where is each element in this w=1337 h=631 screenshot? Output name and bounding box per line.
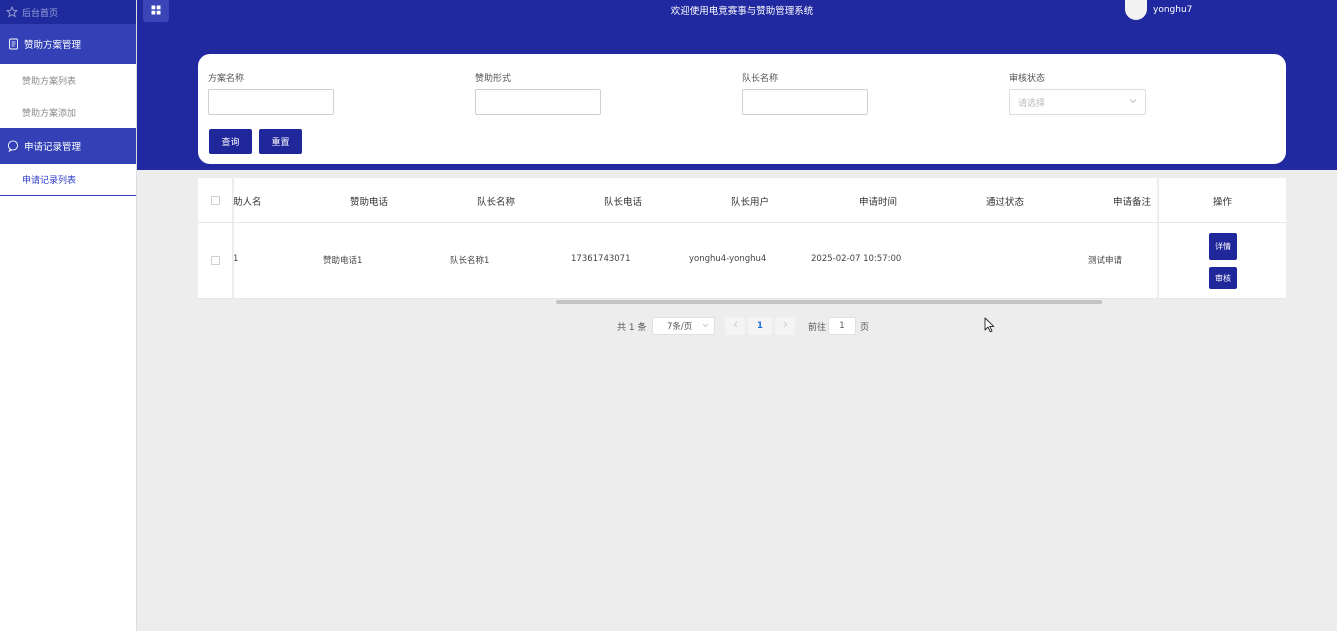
menu-toggle-button[interactable] (143, 0, 169, 22)
chevron-left-icon (733, 321, 738, 331)
column-header: 队长电话 (604, 197, 643, 208)
document-icon (7, 38, 19, 50)
goto-label: 前往 (808, 322, 827, 333)
fixed-column-shadow (232, 178, 235, 299)
sidebar-item-plan-add[interactable]: 赞助方案添加 (0, 96, 136, 128)
sponsor-form-input[interactable] (475, 89, 601, 115)
chevron-down-icon (702, 321, 709, 331)
cell-captain-user: yonghu4-yonghu4 (689, 254, 767, 264)
cell-remark: 测试申请 (1088, 256, 1123, 266)
table-row: 1 赞助电话1 队长名称1 17361743071 yonghu4-yonghu… (198, 223, 1286, 299)
chevron-down-icon (1129, 97, 1137, 107)
cell-captain-phone: 17361743071 (571, 254, 631, 264)
review-button[interactable]: 审核 (1209, 267, 1237, 289)
fixed-column-shadow (1156, 178, 1159, 299)
select-placeholder: 请选择 (1018, 98, 1046, 109)
column-header: 队长名称 (477, 197, 516, 208)
chat-icon (7, 140, 19, 152)
row-checkbox[interactable] (211, 256, 220, 265)
query-button[interactable]: 查询 (209, 129, 252, 154)
reset-button[interactable]: 重置 (259, 129, 302, 154)
scrollbar-thumb[interactable] (556, 300, 1102, 304)
horizontal-scrollbar[interactable] (198, 299, 1286, 305)
sidebar-group-label: 赞助方案管理 (24, 40, 82, 51)
page-size-select[interactable]: 7条/页 (652, 317, 715, 335)
plan-name-label: 方案名称 (208, 74, 245, 84)
table-header: 助人名 赞助电话 队长名称 队长电话 队长用户 申请时间 通过状态 申请备注 操… (198, 178, 1286, 223)
cell-phone: 赞助电话1 (323, 256, 363, 266)
pagination-total: 共 1 条 (617, 322, 647, 333)
column-header: 队长用户 (731, 197, 770, 208)
next-page-button[interactable] (775, 317, 795, 335)
review-status-select[interactable]: 请选择 (1009, 89, 1146, 115)
sidebar-item-label: 后台首页 (22, 8, 59, 19)
captain-name-label: 队长名称 (742, 74, 779, 84)
captain-name-input[interactable] (742, 89, 868, 115)
page-size-value: 7条/页 (667, 322, 693, 332)
column-header: 赞助电话 (350, 197, 389, 208)
sidebar-item-plan-list[interactable]: 赞助方案列表 (0, 64, 136, 96)
column-header: 申请备注 (1113, 197, 1152, 208)
star-icon (6, 6, 18, 18)
page-number-current[interactable]: 1 (748, 317, 772, 335)
username[interactable]: yonghu7 (1153, 5, 1192, 15)
review-status-label: 审核状态 (1009, 74, 1046, 84)
page-suffix: 页 (860, 322, 870, 333)
column-header: 申请时间 (859, 197, 898, 208)
column-header: 助人名 (233, 197, 262, 208)
sidebar-item-application-list[interactable]: 申请记录列表 (0, 164, 136, 196)
sidebar: 后台首页 赞助方案管理 赞助方案列表 赞助方案添加 申请记录管理 申请记录列表 (0, 0, 137, 631)
column-header: 操作 (1213, 197, 1233, 208)
sidebar-item-home[interactable]: 后台首页 (0, 0, 136, 24)
cell-apply-time: 2025-02-07 10:57:00 (811, 254, 902, 264)
data-table: 助人名 赞助电话 队长名称 队长电话 队长用户 申请时间 通过状态 申请备注 操… (198, 178, 1286, 300)
plan-name-input[interactable] (208, 89, 334, 115)
detail-button[interactable]: 详情 (1209, 233, 1237, 260)
prev-page-button[interactable] (725, 317, 745, 335)
sponsor-form-label: 赞助形式 (475, 74, 512, 84)
sidebar-group-label: 申请记录管理 (24, 142, 82, 153)
sidebar-group-sponsor-plan[interactable]: 赞助方案管理 (0, 24, 136, 64)
cell-captain-name: 队长名称1 (450, 256, 490, 266)
mouse-cursor-icon (984, 317, 995, 336)
system-title: 欢迎使用电竞赛事与赞助管理系统 (670, 6, 814, 17)
select-all-checkbox[interactable] (211, 196, 220, 205)
grid-icon (151, 5, 161, 18)
goto-page-input[interactable]: 1 (828, 317, 856, 335)
column-header: 通过状态 (986, 197, 1025, 208)
chevron-right-icon (783, 321, 788, 331)
sidebar-group-application[interactable]: 申请记录管理 (0, 128, 136, 164)
search-panel: 方案名称 赞助形式 队长名称 审核状态 请选择 查询 重置 (198, 54, 1286, 164)
